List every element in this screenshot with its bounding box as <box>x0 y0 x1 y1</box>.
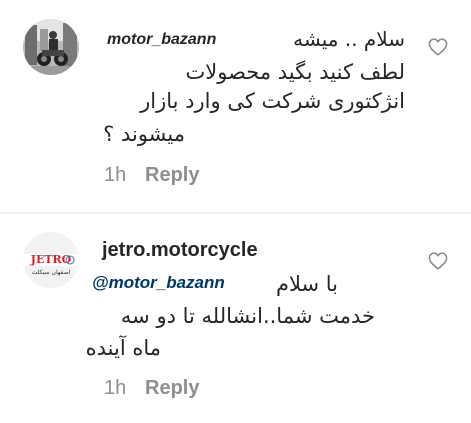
avatar-photo <box>23 19 79 75</box>
reply-button[interactable]: Reply <box>145 164 199 187</box>
comment-text-line: خدمت شما..انشالله تا دو سه <box>120 304 375 328</box>
comment-text-line: ماه آینده <box>85 336 161 360</box>
comment-item: motor_bazann سلام .. میشه لطف کنید بگید … <box>0 0 471 212</box>
mention-link[interactable]: @motor_bazann <box>92 273 225 293</box>
comment-username[interactable]: jetro.motorcycle <box>102 239 258 262</box>
comment-timestamp: 1h <box>104 164 127 186</box>
heart-outline-icon[interactable] <box>428 38 448 56</box>
comment-text-line: لطف کنید بگید محصولات <box>185 60 406 84</box>
comment-text-line: سلام .. میشه <box>293 27 405 51</box>
comment-text-line: با سلام <box>275 272 338 296</box>
jetro-logo: JETRO اصفهان سیکلت <box>23 232 79 288</box>
svg-text:JETRO: JETRO <box>30 253 72 266</box>
avatar[interactable] <box>23 19 79 75</box>
comment-username[interactable]: motor_bazann <box>107 31 216 49</box>
comment-text-line: میشوند ؟ <box>103 122 185 146</box>
reply-button[interactable]: Reply <box>145 377 199 400</box>
avatar[interactable]: JETRO اصفهان سیکلت <box>23 232 79 288</box>
heart-outline-icon[interactable] <box>428 252 448 270</box>
comment-text-line: انژکتوری شرکت کی وارد بازار <box>140 89 405 113</box>
comment-item: JETRO اصفهان سیکلت jetro.motorcycle @mot… <box>0 214 471 423</box>
svg-text:اصفهان سیکلت: اصفهان سیکلت <box>32 269 71 276</box>
comment-timestamp: 1h <box>104 377 127 399</box>
